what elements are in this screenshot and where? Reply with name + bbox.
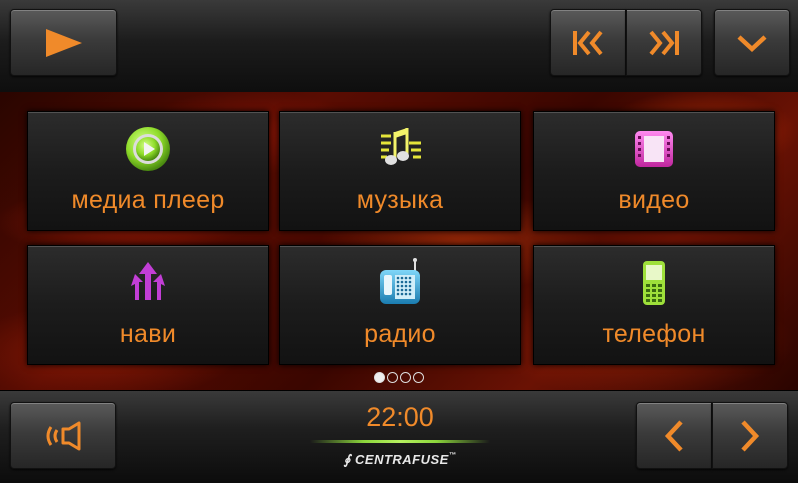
brand-mark-icon: ∮ [343, 452, 356, 467]
tile-label: медиа плеер [71, 186, 225, 214]
tile-label: музыка [356, 186, 444, 214]
previous-page-button[interactable] [636, 402, 712, 469]
tile-navigation[interactable]: нави [27, 245, 269, 365]
tile-music[interactable]: музыка [279, 111, 521, 231]
tile-label: нави [119, 320, 177, 348]
tile-video[interactable]: видео [533, 111, 775, 231]
music-icon [381, 128, 421, 165]
video-icon [635, 131, 673, 167]
phone-icon [643, 261, 665, 305]
brand-logo: ∮ CENTRAFUSE™ [320, 452, 480, 468]
page-indicator [0, 372, 798, 383]
tile-label: радио [364, 320, 436, 348]
page-dot[interactable] [387, 372, 398, 383]
tile-label: видео [618, 186, 690, 214]
speaker-icon [46, 421, 81, 450]
menu-down-button[interactable] [714, 9, 790, 76]
next-page-button[interactable] [712, 402, 788, 469]
bottom-bar: 22:00 ∮ CENTRAFUSE™ [0, 390, 798, 483]
skip-back-button[interactable] [550, 9, 626, 76]
chevron-down-icon [737, 34, 767, 52]
tile-label: телефон [602, 320, 706, 348]
clock-underline [310, 440, 490, 443]
skip-back-icon [573, 30, 603, 55]
page-dot[interactable] [413, 372, 424, 383]
page-dot[interactable] [400, 372, 411, 383]
trademark: ™ [448, 452, 457, 459]
chevron-right-icon [741, 419, 760, 452]
tile-phone[interactable]: телефон [533, 245, 775, 365]
radio-icon [380, 258, 420, 304]
media-player-icon [126, 127, 170, 171]
brand-name: CENTRAFUSE [355, 452, 449, 467]
page-dot[interactable] [374, 372, 385, 383]
tile-radio[interactable]: радио [279, 245, 521, 365]
skip-forward-button[interactable] [626, 9, 702, 76]
main-menu: медиа плеер музыка видео нави радио теле… [0, 92, 798, 390]
play-button[interactable] [10, 9, 117, 76]
volume-button[interactable] [10, 402, 116, 469]
play-icon [45, 28, 82, 57]
chevron-left-icon [664, 419, 683, 452]
skip-forward-icon [649, 30, 679, 55]
navigation-icon [131, 262, 165, 300]
clock: 22:00 [366, 402, 434, 432]
tile-media-player[interactable]: медиа плеер [27, 111, 269, 231]
top-bar [0, 0, 798, 93]
